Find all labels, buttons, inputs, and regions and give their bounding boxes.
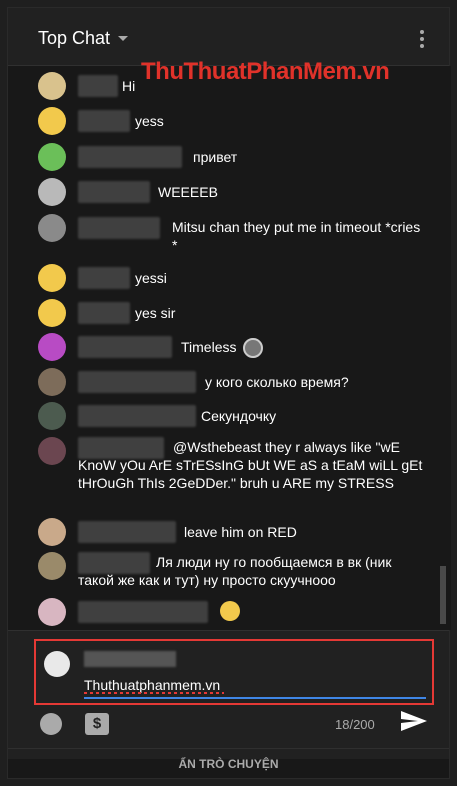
avatar: [38, 368, 66, 396]
message-text: yessi: [135, 270, 167, 286]
avatar: [38, 598, 66, 626]
chat-message: leave him on RED: [38, 518, 428, 546]
chat-message: у кого сколько время?: [38, 368, 428, 396]
username-redacted: [78, 110, 130, 132]
emoji-icon[interactable]: [40, 713, 62, 735]
username-redacted: [78, 75, 118, 97]
input-focus-underline: [84, 697, 426, 699]
chat-message: yess: [38, 107, 428, 135]
message-text: yess: [135, 113, 164, 129]
chevron-down-icon: [118, 36, 129, 41]
hide-chat-button[interactable]: ẨN TRÒ CHUYỆN: [8, 748, 449, 780]
message-text: Секундочку: [201, 408, 277, 424]
message-text: Hi: [122, 78, 136, 94]
avatar: [38, 299, 66, 327]
message-text: привет: [193, 149, 238, 165]
message-text: Mitsu chan they put me in timeout *cries…: [172, 219, 421, 253]
avatar: [38, 552, 66, 580]
chat-message: Mitsu chan they put me in timeout *cries…: [38, 214, 428, 260]
chat-message: привет: [38, 143, 428, 171]
avatar: [44, 651, 70, 677]
username-redacted: [78, 217, 160, 239]
avatar: [38, 214, 66, 242]
username-redacted: [78, 146, 182, 168]
username-redacted: [78, 336, 172, 358]
username-redacted: [78, 405, 196, 427]
chat-message: Ля люди ну го пообщаемся в вк (ник такой…: [38, 552, 428, 596]
username-redacted: [78, 302, 130, 324]
chat-message-list[interactable]: Hi yess привет WEEEEB Mitsu chan they pu…: [8, 66, 438, 630]
scroll-thumb[interactable]: [440, 566, 446, 624]
watch-emoji-icon: [242, 338, 263, 359]
chat-message: yes sir: [38, 299, 428, 327]
chat-message: Hi: [38, 72, 428, 100]
chat-scrollbar[interactable]: [438, 66, 451, 630]
chat-input[interactable]: Thuthuatphanmem.vn: [84, 677, 220, 693]
avatar: [38, 264, 66, 292]
message-text: yes sir: [135, 305, 176, 321]
username-redacted: [78, 371, 196, 393]
avatar: [38, 178, 66, 206]
chat-message: Timeless: [38, 333, 428, 361]
username-redacted: [78, 521, 176, 543]
input-highlight-box: Thuthuatphanmem.vn: [34, 639, 434, 705]
chat-mode-dropdown[interactable]: Top Chat: [38, 28, 129, 49]
chat-message: WEEEEB: [38, 178, 428, 206]
username-redacted: [78, 267, 130, 289]
chat-panel: Top Chat ThuThuatPhanMem.vn Hi yess прив…: [7, 7, 451, 780]
avatar: [38, 143, 66, 171]
message-text: у кого сколько время?: [205, 374, 349, 390]
chat-composer: Thuthuatphanmem.vn $ 18/200: [8, 630, 449, 759]
message-text: [220, 601, 240, 622]
chat-message: yessi: [38, 264, 428, 292]
message-text: @Wsthebeast they r always like "wE KnoW …: [78, 439, 423, 491]
send-icon[interactable]: [400, 709, 428, 733]
chat-message: @Wsthebeast they r always like "wE KnoW …: [38, 437, 428, 509]
super-chat-button[interactable]: $: [85, 713, 109, 735]
char-counter: 18/200: [335, 717, 375, 732]
message-text: WEEEEB: [158, 184, 218, 200]
avatar: [38, 402, 66, 430]
chat-message: Секундочку: [38, 402, 428, 430]
spellcheck-underline: [84, 692, 224, 694]
chat-title: Top Chat: [38, 28, 111, 48]
avatar: [38, 518, 66, 546]
avatar: [38, 333, 66, 361]
more-options-icon[interactable]: [419, 30, 425, 50]
chat-message: [38, 598, 428, 626]
username-redacted: [84, 651, 176, 667]
expressionless-emoji-icon: [220, 601, 240, 622]
message-text: Timeless: [181, 338, 263, 359]
message-text: Ля люди ну го пообщаемся в вк (ник такой…: [78, 554, 392, 588]
avatar: [38, 72, 66, 100]
avatar: [38, 107, 66, 135]
message-text: leave him on RED: [184, 524, 297, 540]
username-redacted: [78, 181, 150, 203]
avatar: [38, 437, 66, 465]
username-redacted: [78, 601, 208, 623]
